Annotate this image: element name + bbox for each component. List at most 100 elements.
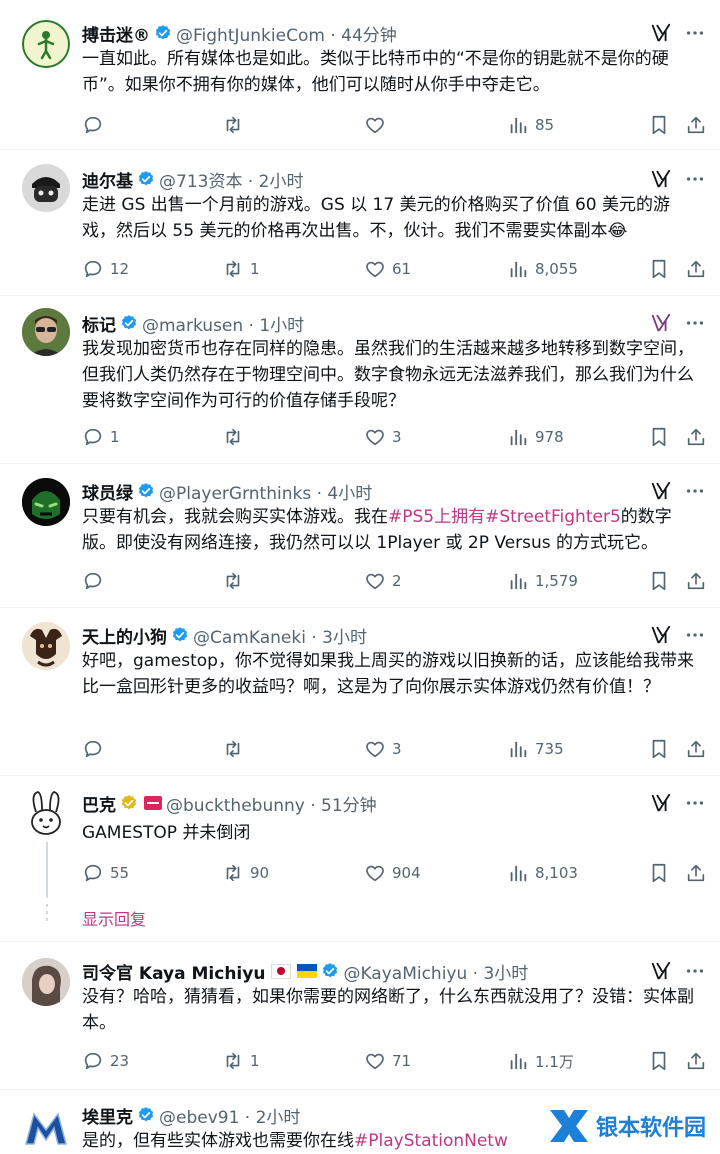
more-options-icon[interactable] (684, 624, 706, 646)
author-handle[interactable]: @markusen · 1小时 (142, 311, 304, 336)
avatar[interactable] (22, 164, 70, 212)
retweet-button[interactable] (222, 112, 250, 138)
author-name[interactable]: 天上的小狗 (82, 623, 167, 648)
reply-button[interactable]: 55 (82, 860, 129, 886)
views-button[interactable]: 1.1万 (507, 1048, 574, 1074)
author-handle[interactable]: @KayaMichiyu · 3小时 (343, 959, 528, 984)
retweet-button[interactable] (222, 736, 250, 762)
author-name[interactable]: 搏击迷® (82, 21, 150, 46)
avatar[interactable] (22, 1104, 70, 1152)
bookmark-button[interactable] (648, 1048, 670, 1074)
retweet-button[interactable]: 1 (222, 256, 260, 282)
retweet-button[interactable]: 1 (222, 1048, 260, 1074)
like-button[interactable]: 3 (364, 424, 402, 450)
avatar[interactable] (22, 308, 70, 356)
verified-badge-icon (120, 794, 138, 812)
like-button[interactable]: 2 (364, 568, 402, 594)
author-name[interactable]: 司令官 Kaya Michiyu (82, 959, 265, 984)
bookmark-button[interactable] (648, 736, 670, 762)
like-button[interactable]: 61 (364, 256, 411, 282)
verified-badge-icon (120, 314, 138, 332)
author-handle[interactable]: @713资本 · 2小时 (159, 167, 303, 192)
author-name[interactable]: 球员绿 (82, 479, 133, 504)
like-button[interactable]: 3 (364, 736, 402, 762)
hashtag-link[interactable]: #PS5上拥有#StreetFighter5 (388, 507, 621, 527)
reply-button[interactable] (82, 736, 110, 762)
views-count: 85 (535, 116, 555, 134)
retweet-button[interactable]: 90 (222, 860, 269, 886)
bookmark-button[interactable] (648, 860, 670, 886)
avatar[interactable] (22, 958, 70, 1006)
retweet-button[interactable] (222, 568, 250, 594)
grok-icon[interactable] (650, 960, 672, 982)
more-options-icon[interactable] (684, 22, 706, 44)
share-button[interactable] (685, 860, 707, 886)
grok-icon[interactable] (650, 792, 672, 814)
like-button[interactable]: 904 (364, 860, 421, 886)
like-button[interactable]: 71 (364, 1048, 411, 1074)
avatar[interactable] (22, 20, 70, 68)
grok-icon[interactable] (650, 624, 672, 646)
share-button[interactable] (685, 1048, 707, 1074)
views-button[interactable]: 978 (507, 424, 564, 450)
views-button[interactable]: 8,103 (507, 860, 578, 886)
bookmark-button[interactable] (648, 256, 670, 282)
author-name[interactable]: 埃里克 (82, 1103, 133, 1128)
more-options-icon[interactable] (684, 960, 706, 982)
hashtag-link[interactable]: #PlayStationNetw (354, 1131, 508, 1151)
author-handle[interactable]: @FightJunkieCom · 44分钟 (176, 21, 397, 46)
author-handle[interactable]: @ebev91 · 2小时 (159, 1103, 300, 1128)
share-button[interactable] (685, 112, 707, 138)
bookmark-button[interactable] (648, 112, 670, 138)
views-button[interactable]: 735 (507, 736, 564, 762)
reply-button[interactable] (82, 568, 110, 594)
author-handle[interactable]: @PlayerGrnthinks · 4小时 (159, 479, 372, 504)
share-button[interactable] (685, 568, 707, 594)
more-options-icon[interactable] (684, 480, 706, 502)
share-button[interactable] (685, 256, 707, 282)
tweet[interactable]: 迪尔基 @713资本 · 2小时 走进 GS 出售一个月前的游戏。GS 以 17… (0, 150, 720, 296)
reply-button[interactable]: 1 (82, 424, 120, 450)
grok-icon[interactable] (650, 168, 672, 190)
grok-icon[interactable] (650, 480, 672, 502)
bookmark-icon (648, 426, 670, 448)
author-handle[interactable]: @buckthebunny · 51分钟 (166, 791, 377, 816)
reply-button[interactable]: 12 (82, 256, 129, 282)
bookmark-button[interactable] (648, 424, 670, 450)
like-count: 61 (392, 260, 412, 278)
bookmark-button[interactable] (648, 568, 670, 594)
views-button[interactable]: 1,579 (507, 568, 578, 594)
retweet-count: 1 (250, 1052, 260, 1070)
show-replies-link[interactable]: 显示回复 (82, 906, 146, 930)
bar-chart-icon (507, 570, 529, 592)
author-name[interactable]: 标记 (82, 311, 116, 336)
share-button[interactable] (685, 424, 707, 450)
retweet-button[interactable] (222, 424, 250, 450)
reply-button[interactable] (82, 112, 110, 138)
author-name[interactable]: 迪尔基 (82, 167, 133, 192)
tweet[interactable]: 司令官 Kaya Michiyu @KayaMichiyu · 3小时 没有？哈… (0, 942, 720, 1090)
ukraine-flag-icon (297, 964, 318, 978)
tweet[interactable]: 天上的小狗 @CamKaneki · 3小时 好吧，gamestop，你不觉得如… (0, 608, 720, 776)
share-button[interactable] (685, 736, 707, 762)
more-options-icon[interactable] (684, 312, 706, 334)
avatar[interactable] (22, 622, 70, 670)
grok-icon[interactable] (650, 22, 672, 44)
author-name[interactable]: 巴克 (82, 791, 116, 816)
reply-button[interactable]: 23 (82, 1048, 129, 1074)
grok-icon[interactable] (650, 312, 672, 334)
tweet[interactable]: 球员绿 @PlayerGrnthinks · 4小时 只要有机会，我就会购买实体… (0, 464, 720, 608)
views-button[interactable]: 8,055 (507, 256, 578, 282)
avatar[interactable] (22, 478, 70, 526)
more-options-icon[interactable] (684, 792, 706, 814)
tweet[interactable]: 搏击迷® @FightJunkieCom · 44分钟 一直如此。所有媒体也是如… (0, 0, 720, 150)
author-handle[interactable]: @CamKaneki · 3小时 (193, 623, 367, 648)
retweet-icon (222, 426, 244, 448)
bar-chart-icon (507, 862, 529, 884)
views-button[interactable]: 85 (507, 112, 554, 138)
like-button[interactable] (364, 112, 392, 138)
tweet[interactable]: 巴克 @buckthebunny · 51分钟 GAMESTOP 并未倒闭 55… (0, 776, 720, 942)
tweet[interactable]: 标记 @markusen · 1小时 我发现加密货币也存在同样的隐患。虽然我们的… (0, 296, 720, 464)
avatar[interactable] (22, 790, 70, 838)
more-options-icon[interactable] (684, 168, 706, 190)
